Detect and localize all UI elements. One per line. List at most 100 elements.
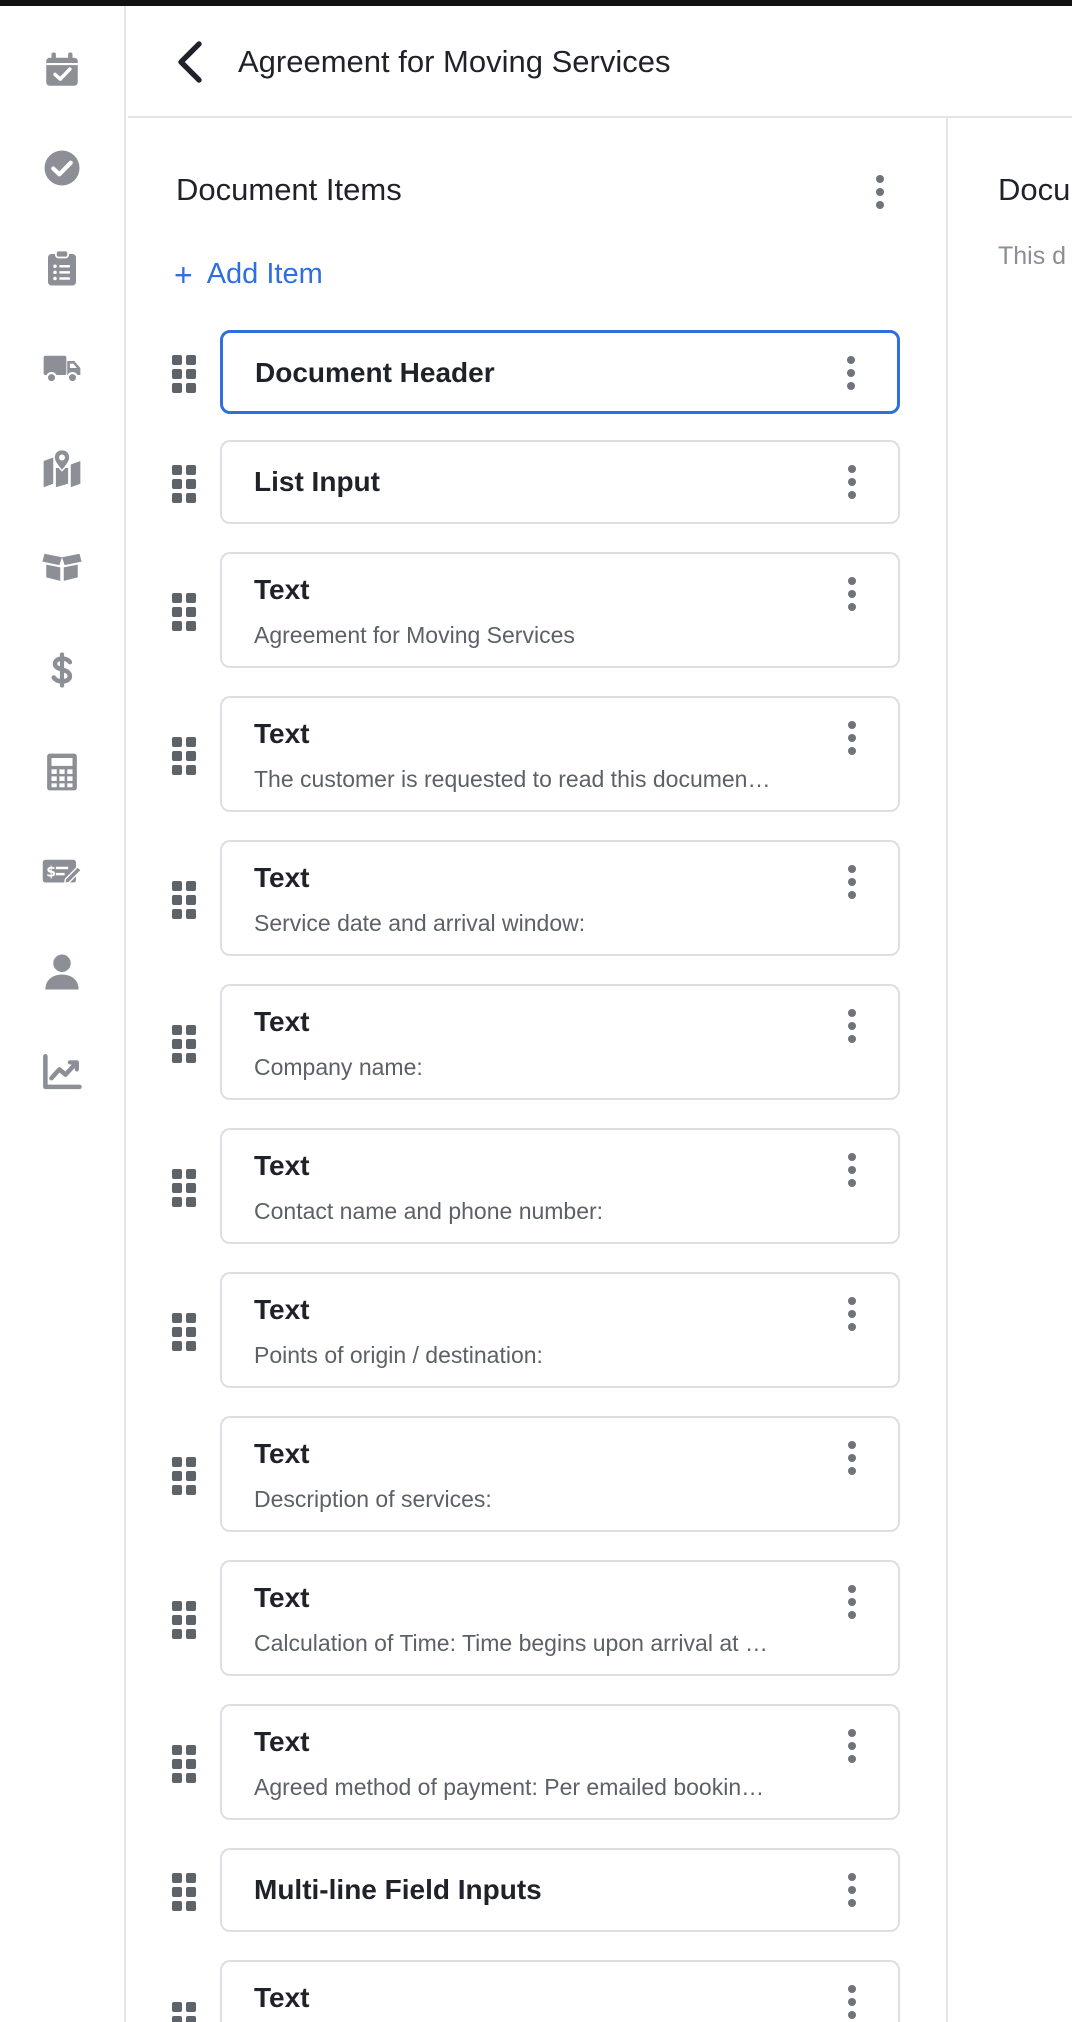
clipboard-list-icon[interactable] [38,244,86,292]
item-more-menu-button[interactable] [842,574,862,614]
drag-handle-icon[interactable] [172,1025,196,1063]
drag-handle-icon[interactable] [172,881,196,919]
document-item-row: Multi-line Field Inputs [128,1848,946,1932]
document-item-card[interactable]: Document Header [220,330,900,414]
document-item-title: Text [254,862,310,893]
document-item-row: Text Service date and arrival window: [128,840,946,956]
check-circle-icon[interactable] [38,144,86,192]
document-item-subtitle: Calculation of Time: Time begins upon ar… [254,1630,768,1656]
drag-handle-icon[interactable] [172,1169,196,1207]
document-item-card[interactable]: Text [220,1960,900,2022]
document-item-title: List Input [254,466,380,497]
document-item-row: List Input [128,440,946,524]
chevron-left-icon [178,41,202,83]
item-more-menu-button[interactable] [842,1438,862,1478]
document-item-title: Text [254,1438,310,1469]
user-icon[interactable] [38,948,86,996]
document-item-row: Text Agreed method of payment: Per emaile… [128,1704,946,1820]
document-item-card[interactable]: Text Description of services: [220,1416,900,1532]
document-item-title: Text [254,1726,310,1757]
document-item-subtitle: Service date and arrival window: [254,910,586,936]
add-item-label: Add Item [206,258,323,290]
box-open-icon[interactable] [38,542,86,590]
back-button[interactable] [168,34,212,90]
item-more-menu-button[interactable] [842,1726,862,1766]
document-item-subtitle: Company name: [254,1054,423,1080]
document-item-card[interactable]: Text Company name: [220,984,900,1100]
item-more-menu-button[interactable] [842,1870,862,1910]
document-item-card[interactable]: Text Calculation of Time: Time begins upo… [220,1560,900,1676]
drag-handle-icon[interactable] [172,2002,196,2022]
document-item-card[interactable]: Text Contact name and phone number: [220,1128,900,1244]
item-more-menu-button[interactable] [842,718,862,758]
document-item-title: Text [254,1982,310,2013]
truck-icon[interactable] [38,344,86,392]
document-item-title: Text [254,1582,310,1613]
document-item-card[interactable]: Multi-line Field Inputs [220,1848,900,1932]
item-more-menu-button[interactable] [842,1982,862,2022]
item-more-menu-button[interactable] [842,1294,862,1334]
document-item-title: Text [254,1006,310,1037]
drag-handle-icon[interactable] [172,1873,196,1911]
document-item-subtitle: Points of origin / destination: [254,1342,543,1368]
add-item-button[interactable]: + Add Item [174,258,323,291]
drag-handle-icon[interactable] [172,1313,196,1351]
document-item-row: Text Calculation of Time: Time begins upo… [128,1560,946,1676]
item-more-menu-button[interactable] [842,862,862,902]
document-preview-title: Docu [998,172,1071,207]
document-item-row: Text [128,1960,946,2022]
drag-handle-icon[interactable] [172,1745,196,1783]
document-item-subtitle: Contact name and phone number: [254,1198,604,1224]
document-item-card[interactable]: Text Service date and arrival window: [220,840,900,956]
drag-handle-icon[interactable] [172,737,196,775]
calendar-check-icon[interactable] [38,46,86,94]
item-more-menu-button[interactable] [842,1150,862,1190]
document-item-card[interactable]: Text Agreed method of payment: Per emaile… [220,1704,900,1820]
chart-line-icon[interactable] [38,1048,86,1096]
drag-handle-icon[interactable] [172,593,196,631]
document-item-subtitle: Agreed method of payment: Per emailed bo… [254,1774,765,1800]
document-item-row: Text Description of services: [128,1416,946,1532]
document-item-card[interactable]: List Input [220,440,900,524]
item-more-menu-button[interactable] [842,462,862,502]
document-items-panel: Document Items + Add Item Document Heade… [128,118,948,2022]
svg-text:$: $ [46,864,56,880]
document-item-card[interactable]: Text The customer is requested to read th… [220,696,900,812]
drag-handle-icon[interactable] [172,1601,196,1639]
item-more-menu-button[interactable] [842,1582,862,1622]
document-item-title: Document Header [255,357,495,388]
plus-icon: + [174,256,193,293]
sidebar-nav: $ [0,6,126,2022]
document-item-subtitle: The customer is requested to read this d… [254,766,771,792]
money-check-edit-icon[interactable]: $ [38,848,86,896]
document-item-title: Multi-line Field Inputs [254,1874,542,1905]
document-preview-panel: Docu This d [950,118,1072,2022]
document-item-title: Text [254,574,310,605]
page-header: Agreement for Moving Services [128,6,1072,118]
document-items-title: Document Items [176,172,402,207]
dollar-icon[interactable] [38,646,86,694]
document-item-title: Text [254,1150,310,1181]
drag-handle-icon[interactable] [172,465,196,503]
page-title: Agreement for Moving Services [238,44,671,79]
drag-handle-icon[interactable] [172,1457,196,1495]
document-item-row: Text Company name: [128,984,946,1100]
calculator-icon[interactable] [38,748,86,796]
item-more-menu-button[interactable] [842,1006,862,1046]
document-item-row: Text Contact name and phone number: [128,1128,946,1244]
document-item-card[interactable]: Text Agreement for Moving Services [220,552,900,668]
document-item-card[interactable]: Text Points of origin / destination: [220,1272,900,1388]
document-item-subtitle: Agreement for Moving Services [254,622,575,648]
document-preview-description: This d [998,242,1067,270]
document-item-row: Text Agreement for Moving Services [128,552,946,668]
document-item-row: Text The customer is requested to read th… [128,696,946,812]
map-marker-icon[interactable] [38,444,86,492]
drag-handle-icon[interactable] [172,355,196,393]
document-item-row: Text Points of origin / destination: [128,1272,946,1388]
panel-more-menu-button[interactable] [868,172,892,212]
document-item-title: Text [254,1294,310,1325]
document-item-subtitle: Description of services: [254,1486,492,1512]
document-item-title: Text [254,718,310,749]
document-item-row: Document Header [128,330,946,414]
item-more-menu-button[interactable] [841,353,861,393]
